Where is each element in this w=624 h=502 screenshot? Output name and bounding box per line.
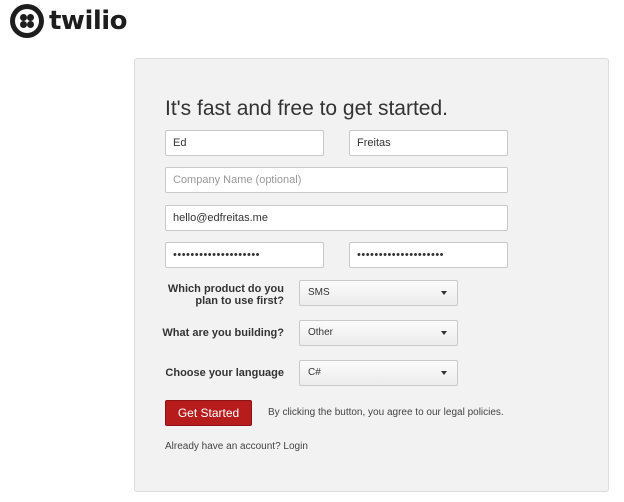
account-prompt-text: Already have an account?: [165, 441, 281, 452]
brand-name: twilio: [49, 6, 128, 36]
language-label: Choose your language: [165, 367, 284, 379]
password-field[interactable]: [165, 242, 324, 268]
chevron-down-icon: [441, 371, 447, 375]
email-field[interactable]: [165, 205, 508, 231]
confirm-password-field[interactable]: [349, 242, 508, 268]
get-started-button[interactable]: Get Started: [165, 400, 252, 426]
building-select[interactable]: Other: [299, 320, 458, 346]
chevron-down-icon: [441, 331, 447, 335]
login-prompt: Already have an account? Login: [165, 441, 308, 452]
language-select[interactable]: C#: [299, 360, 458, 386]
page-title: It's fast and free to get started.: [165, 97, 448, 120]
legal-text: By clicking the button, you agree to our…: [268, 407, 504, 418]
chevron-down-icon: [441, 291, 447, 295]
signup-panel: It's fast and free to get started. Which…: [134, 58, 609, 492]
building-select-value: Other: [308, 327, 334, 338]
twilio-logo-icon: [10, 4, 44, 38]
language-select-value: C#: [308, 367, 321, 378]
first-name-field[interactable]: [165, 130, 324, 156]
product-label: Which product do you plan to use first?: [167, 283, 284, 307]
building-label: What are you building?: [162, 327, 284, 339]
company-name-field[interactable]: [165, 167, 508, 193]
product-select[interactable]: SMS: [299, 280, 458, 306]
login-link[interactable]: Login: [283, 441, 307, 452]
last-name-field[interactable]: [349, 130, 508, 156]
product-select-value: SMS: [308, 287, 330, 298]
twilio-logo[interactable]: twilio: [10, 4, 128, 38]
